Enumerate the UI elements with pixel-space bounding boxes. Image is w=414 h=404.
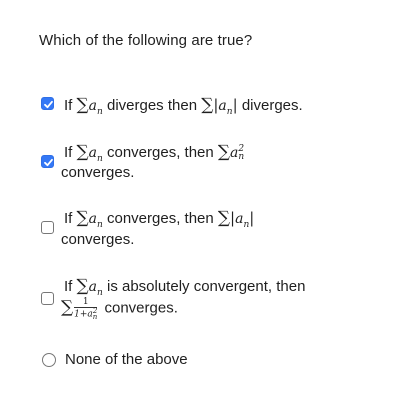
checkmark-icon (44, 100, 53, 109)
sigma-symbol: ∑ (76, 95, 89, 115)
sigma-symbol: ∑ (217, 142, 231, 162)
option-3-label-line2: converges. (61, 231, 135, 248)
option-5-label: None of the above (65, 351, 188, 368)
option-1-label: If ∑an diverges then ∑|an| diverges. (64, 95, 303, 117)
sigma-symbol: ∑ (61, 297, 74, 318)
option-2-label-line2: converges. (61, 164, 135, 181)
sigma-symbol: ∑ (76, 276, 89, 296)
option-3-checkbox[interactable] (41, 221, 54, 234)
sigma-symbol: ∑ (201, 95, 214, 115)
option-4-label-line1: If ∑an is absolutely convergent, then (64, 276, 306, 298)
question-text: Which of the following are true? (39, 32, 253, 49)
checkmark-icon (44, 158, 53, 167)
option-5-radio[interactable] (42, 353, 56, 367)
option-4-checkbox[interactable] (41, 292, 54, 305)
sigma-symbol: ∑ (217, 208, 231, 228)
fraction: 1 1+a 2 n (74, 297, 98, 321)
option-2-label-line1: If ∑an converges, then ∑a 2 n (64, 142, 245, 164)
option-4-label-line2: ∑ 1 1+a 2 n converges. (61, 297, 178, 321)
sigma-symbol: ∑ (76, 142, 89, 162)
sigma-symbol: ∑ (76, 208, 89, 228)
option-2-checkbox[interactable] (41, 155, 54, 168)
option-1-checkbox[interactable] (41, 97, 54, 110)
option-3-label-line1: If ∑an converges, then ∑|an| (64, 208, 255, 230)
